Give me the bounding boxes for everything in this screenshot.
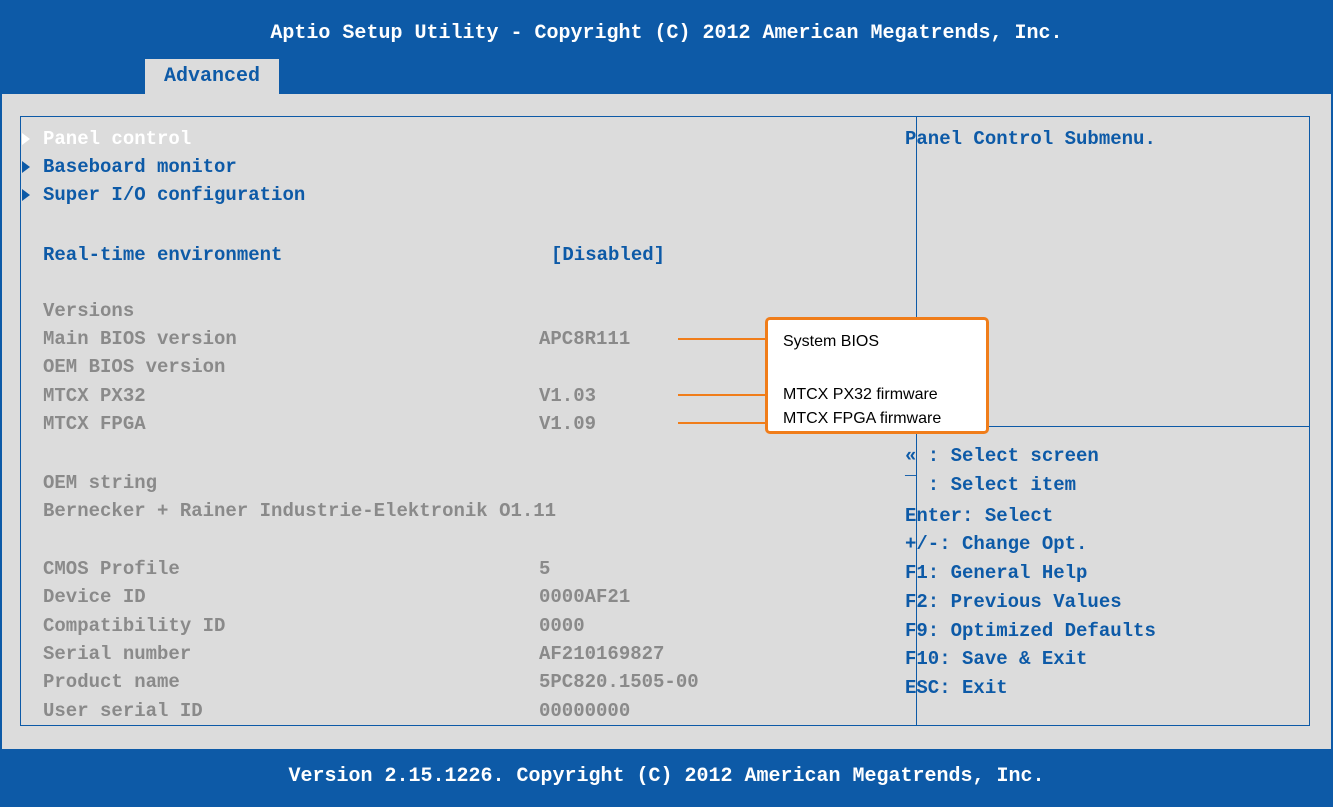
tab-advanced[interactable]: Advanced: [145, 59, 279, 94]
main-bios-value: APC8R111: [539, 328, 631, 350]
callout-system-bios: System BIOS: [783, 333, 880, 350]
help-key-change-opt: +/-: Change Opt.: [905, 533, 1088, 555]
mtcx-fpga-label: MTCX FPGA: [43, 413, 146, 435]
user-serial-id-value: 00000000: [539, 700, 631, 722]
realtime-environment-label[interactable]: Real-time environment: [43, 243, 282, 267]
product-name-value: 5PC820.1505-00: [539, 671, 699, 693]
mtcx-fpga-value: V1.09: [539, 413, 597, 435]
callout-connector-fpga: [678, 422, 768, 424]
device-id-label: Device ID: [43, 586, 146, 608]
help-key-f1: F1: General Help: [905, 562, 1088, 584]
user-serial-id-label: User serial ID: [43, 700, 203, 722]
serial-number-label: Serial number: [43, 643, 192, 665]
main-bios-label: Main BIOS version: [43, 328, 237, 350]
app-title: Aptio Setup Utility - Copyright (C) 2012…: [270, 22, 1063, 45]
help-key-select-item: ¯ : Select item: [905, 474, 1077, 496]
menu-item-super-io[interactable]: Super I/O configuration: [43, 183, 305, 207]
help-description: Panel Control Submenu.: [905, 128, 1156, 150]
mtcx-px32-value: V1.03: [539, 385, 597, 407]
callout-connector-bios: [678, 338, 768, 340]
help-key-f9: F9: Optimized Defaults: [905, 620, 1156, 642]
help-key-esc: ESC: Exit: [905, 677, 1008, 699]
compatibility-id-label: Compatibility ID: [43, 615, 226, 637]
realtime-environment-value[interactable]: [Disabled]: [551, 243, 665, 267]
mtcx-px32-label: MTCX PX32: [43, 385, 146, 407]
callout-connector-px32: [678, 394, 768, 396]
help-key-select-screen: « : Select screen: [905, 445, 1099, 467]
help-key-f2: F2: Previous Values: [905, 591, 1122, 613]
oem-bios-label: OEM BIOS version: [43, 356, 226, 378]
cmos-profile-value: 5: [539, 558, 551, 580]
submenu-arrow-icon: [22, 161, 30, 173]
submenu-arrow-icon: [22, 133, 30, 145]
cmos-profile-label: CMOS Profile: [43, 558, 180, 580]
product-name-label: Product name: [43, 671, 180, 693]
versions-heading: Versions: [43, 300, 135, 322]
callout-fpga-firmware: MTCX FPGA firmware: [783, 410, 942, 427]
bios-window: Aptio Setup Utility - Copyright (C) 2012…: [0, 0, 1333, 807]
device-id-value: 0000AF21: [539, 586, 631, 608]
compatibility-id-value: 0000: [539, 615, 585, 637]
callout-px32-firmware: MTCX PX32 firmware: [783, 386, 938, 403]
menu-item-panel-control[interactable]: Panel control: [43, 127, 191, 151]
help-key-enter: Enter: Select: [905, 505, 1054, 527]
oem-string-value: Bernecker + Rainer Industrie-Elektronik …: [43, 500, 557, 522]
footer-version: Version 2.15.1226. Copyright (C) 2012 Am…: [2, 749, 1331, 805]
submenu-arrow-icon: [22, 189, 30, 201]
menu-item-baseboard-monitor[interactable]: Baseboard monitor: [43, 155, 237, 179]
help-key-f10: F10: Save & Exit: [905, 648, 1088, 670]
oem-string-label: OEM string: [43, 472, 158, 494]
header-bar: Aptio Setup Utility - Copyright (C) 2012…: [2, 2, 1331, 94]
serial-number-value: AF210169827: [539, 643, 665, 665]
firmware-callout: System BIOS MTCX PX32 firmware MTCX FPGA…: [765, 317, 989, 434]
